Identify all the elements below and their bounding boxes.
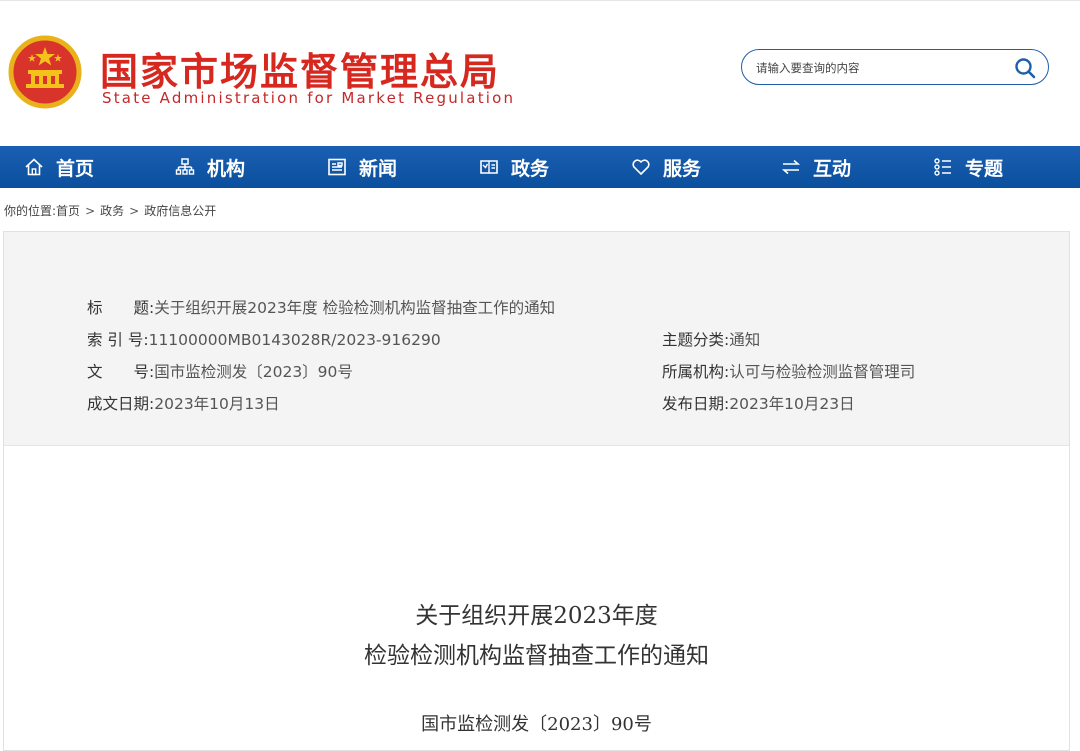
meta-published-date-row: 发布日期:2023年10月23日 <box>662 392 855 414</box>
meta-title-value: 关于组织开展2023年度 检验检测机构监督抽查工作的通知 <box>154 299 556 317</box>
nav-label-news: 新闻 <box>359 157 398 180</box>
nav-item-home[interactable]: 首页 <box>24 146 94 188</box>
article-container: 标 题:关于组织开展2023年度 检验检测机构监督抽查工作的通知 索 引 号:1… <box>3 231 1070 751</box>
meta-org-label: 所属机构: <box>662 363 730 381</box>
meta-written-date-label: 成文日期: <box>87 395 155 413</box>
meta-org-row: 所属机构:认可与检验检测监督管理司 <box>662 360 915 382</box>
government-icon <box>480 160 498 174</box>
breadcrumb-prefix: 你的位置: <box>4 204 57 218</box>
search-box <box>741 49 1049 85</box>
site-title-cn[interactable]: 国家市场监督管理总局 <box>100 41 500 96</box>
site-title-en[interactable]: State Administration for Market Regulati… <box>102 89 515 107</box>
nav-item-news[interactable]: 新闻 <box>327 146 397 188</box>
meta-title-label: 标 题: <box>87 299 155 317</box>
meta-title-row: 标 题:关于组织开展2023年度 检验检测机构监督抽查工作的通知 <box>87 296 555 318</box>
nav-label-organization: 机构 <box>207 157 246 180</box>
home-icon <box>25 158 43 176</box>
news-icon <box>328 158 346 176</box>
site-header: 国家市场监督管理总局 State Administration for Mark… <box>0 0 1080 146</box>
document-meta-panel: 标 题:关于组织开展2023年度 检验检测机构监督抽查工作的通知 索 引 号:1… <box>4 232 1069 446</box>
main-nav: 首页 机构 新闻 政务 服务 互动 专题 <box>0 146 1080 188</box>
meta-topic-row: 主题分类:通知 <box>662 328 760 350</box>
meta-index-label: 索 引 号: <box>87 331 149 349</box>
national-emblem-icon[interactable] <box>8 34 82 112</box>
meta-published-date-value: 2023年10月23日 <box>729 395 855 413</box>
nav-item-government[interactable]: 政务 <box>479 146 549 188</box>
nav-item-organization[interactable]: 机构 <box>175 146 245 188</box>
meta-topic-label: 主题分类: <box>662 331 730 349</box>
nav-label-services: 服务 <box>663 157 702 180</box>
meta-published-date-label: 发布日期: <box>662 395 730 413</box>
search-input[interactable] <box>754 57 1008 79</box>
meta-docno-label: 文 号: <box>87 363 155 381</box>
nav-item-services[interactable]: 服务 <box>631 146 701 188</box>
exchange-icon <box>781 159 801 175</box>
document-number: 国市监检测发〔2023〕90号 <box>421 714 652 735</box>
meta-written-date-row: 成文日期:2023年10月13日 <box>87 392 280 414</box>
meta-docno-value: 国市监检测发〔2023〕90号 <box>154 363 353 381</box>
nav-label-government: 政务 <box>511 157 550 180</box>
search-icon[interactable] <box>1014 57 1036 79</box>
meta-written-date-value: 2023年10月13日 <box>154 395 280 413</box>
nav-item-interaction[interactable]: 互动 <box>781 146 851 188</box>
nav-label-topics: 专题 <box>965 157 1004 180</box>
meta-org-value: 认可与检验检测监督管理司 <box>729 363 916 381</box>
breadcrumb: 你的位置:首页 > 政务 > 政府信息公开 <box>4 202 216 219</box>
breadcrumb-government-link[interactable]: 政务 <box>100 204 124 218</box>
breadcrumb-home-link[interactable]: 首页 <box>56 204 80 218</box>
heart-icon <box>632 159 650 175</box>
meta-topic-value: 通知 <box>729 331 761 349</box>
breadcrumb-separator: > <box>129 204 140 218</box>
meta-index-value: 11100000MB0143028R/2023-916290 <box>148 331 441 349</box>
nav-label-interaction: 互动 <box>813 157 852 180</box>
document-title-line-2: 检验检测机构监督抽查工作的通知 <box>364 643 709 669</box>
nav-label-home: 首页 <box>56 157 95 180</box>
org-chart-icon <box>175 158 195 175</box>
breadcrumb-disclosure-link[interactable]: 政府信息公开 <box>144 204 216 218</box>
meta-docno-row: 文 号:国市监检测发〔2023〕90号 <box>87 360 353 382</box>
breadcrumb-separator: > <box>85 204 96 218</box>
document-title-line-1: 关于组织开展2023年度 <box>415 603 658 629</box>
meta-index-row: 索 引 号:11100000MB0143028R/2023-916290 <box>87 328 441 350</box>
topics-icon <box>934 158 951 176</box>
nav-item-topics[interactable]: 专题 <box>933 146 1003 188</box>
